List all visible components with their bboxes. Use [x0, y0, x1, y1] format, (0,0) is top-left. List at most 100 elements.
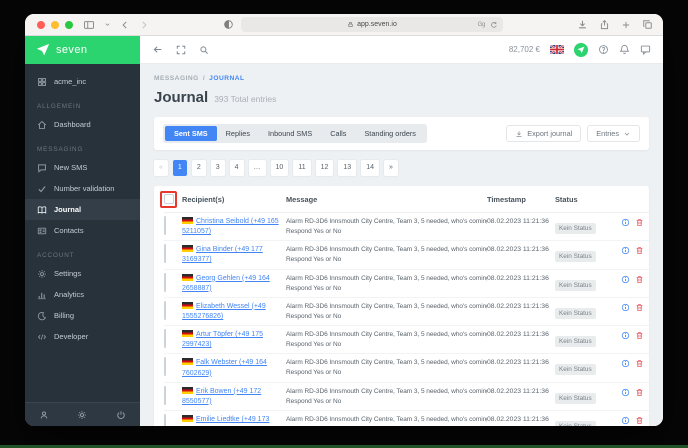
message-cell: Alarm RD-3D6 Innsmouth City Centre, Team…: [286, 302, 487, 322]
power-icon[interactable]: [116, 410, 126, 420]
status-badge: Kein Status: [555, 251, 596, 263]
tab-calls[interactable]: Calls: [321, 126, 355, 141]
messages-icon[interactable]: [640, 44, 651, 55]
sidebar-item-workspace[interactable]: acme_inc: [25, 71, 140, 92]
reload-icon[interactable]: [490, 21, 498, 29]
export-journal-label: Export journal: [527, 129, 573, 138]
browser-window: app.seven.io Gg seven 82,702 € acme_inc …: [25, 14, 663, 426]
breadcrumb-current[interactable]: JOURNAL: [209, 75, 244, 82]
row-checkbox[interactable]: [164, 216, 166, 235]
info-icon[interactable]: [621, 359, 630, 368]
sidebar-item-settings[interactable]: Settings: [25, 263, 140, 284]
sidebar-item-new-sms[interactable]: New SMS: [25, 157, 140, 178]
trash-icon[interactable]: [635, 218, 644, 227]
tab-replies[interactable]: Replies: [217, 126, 259, 141]
pagination-page-…[interactable]: …: [248, 160, 266, 176]
app-toolbar: 82,702 €: [140, 36, 663, 64]
trash-icon[interactable]: [635, 331, 644, 340]
browser-forward-icon[interactable]: [139, 20, 149, 30]
close-button[interactable]: [37, 20, 45, 29]
new-tab-icon[interactable]: [621, 20, 631, 30]
pagination-next[interactable]: »: [384, 160, 398, 176]
pagination-page-4[interactable]: 4: [229, 160, 244, 176]
search-icon[interactable]: [199, 45, 209, 55]
recipient-link[interactable]: Artur Töpfer (+49 175 2997423): [182, 331, 263, 348]
trash-icon[interactable]: [635, 388, 644, 397]
pagination-page-13[interactable]: 13: [338, 160, 357, 176]
pagination-prev[interactable]: «: [154, 160, 168, 176]
bell-icon[interactable]: [619, 44, 630, 55]
sidebar-item-dashboard[interactable]: Dashboard: [25, 114, 140, 135]
downloads-icon[interactable]: [577, 19, 588, 30]
info-icon[interactable]: [621, 275, 630, 284]
account-balance[interactable]: 82,702 €: [509, 45, 540, 54]
tab-standing-orders[interactable]: Standing orders: [355, 126, 425, 141]
back-arrow-icon[interactable]: [152, 44, 163, 55]
row-checkbox[interactable]: [164, 385, 166, 405]
pagination-page-11[interactable]: 11: [293, 160, 311, 176]
expand-icon[interactable]: [176, 45, 186, 55]
info-icon[interactable]: [621, 388, 630, 397]
trash-icon[interactable]: [635, 303, 644, 312]
select-all-checkbox[interactable]: [163, 194, 174, 204]
tab-sent-sms[interactable]: Sent SMS: [165, 126, 217, 141]
germany-flag-icon: [182, 414, 193, 422]
pagination-page-12[interactable]: 12: [315, 160, 334, 176]
pagination-page-14[interactable]: 14: [361, 160, 379, 176]
message-cell: Alarm RD-3D6 Innsmouth City Centre, Team…: [286, 387, 487, 407]
info-icon[interactable]: [621, 416, 630, 425]
pagination-page-3[interactable]: 3: [210, 160, 225, 176]
info-icon[interactable]: [621, 331, 630, 340]
pagination-page-2[interactable]: 2: [191, 160, 206, 176]
sidebar-item-developer[interactable]: Developer: [25, 326, 140, 347]
recipient-link[interactable]: Christina Seibold (+49 165 5211057): [182, 218, 279, 235]
entries-dropdown[interactable]: Entries: [587, 125, 640, 142]
chevron-down-icon[interactable]: [104, 21, 111, 28]
row-checkbox[interactable]: [164, 244, 166, 264]
trash-icon[interactable]: [635, 246, 644, 255]
translate-icon[interactable]: Gg: [478, 22, 486, 28]
privacy-shield-icon[interactable]: [223, 19, 234, 30]
table-row: Elizabeth Wessel (+49 1555276826) Alarm …: [164, 298, 649, 327]
sidebar-item-billing[interactable]: Billing: [25, 305, 140, 326]
recipient-link[interactable]: Elizabeth Wessel (+49 1555276826): [182, 303, 266, 320]
address-bar[interactable]: app.seven.io Gg: [241, 17, 503, 32]
recipient-link[interactable]: Falk Webster (+49 164 7602629): [182, 359, 267, 376]
sidebar-item-number-validation[interactable]: Number validation: [25, 178, 140, 199]
recipient-link[interactable]: Georg Gehlen (+49 164 2658887): [182, 275, 270, 292]
info-icon[interactable]: [621, 246, 630, 255]
sidebar-item-journal[interactable]: Journal: [25, 199, 140, 220]
pagination-page-10[interactable]: 10: [270, 160, 289, 176]
trash-icon[interactable]: [635, 359, 644, 368]
trash-icon[interactable]: [635, 416, 644, 425]
tab-inbound-sms[interactable]: Inbound SMS: [259, 126, 321, 141]
export-journal-button[interactable]: Export journal: [506, 125, 582, 142]
info-icon[interactable]: [621, 218, 630, 227]
trash-icon[interactable]: [635, 275, 644, 284]
info-icon[interactable]: [621, 303, 630, 312]
recipient-link[interactable]: Emilie Liedtke (+49 173 5002756): [182, 416, 269, 426]
help-icon[interactable]: [598, 44, 609, 55]
uk-flag-icon[interactable]: [550, 45, 564, 54]
row-checkbox[interactable]: [164, 357, 166, 377]
sidebar-item-analytics[interactable]: Analytics: [25, 284, 140, 305]
avatar[interactable]: [574, 42, 588, 57]
recipient-link[interactable]: Erik Bowen (+49 172 8550577): [182, 388, 261, 405]
sidebar-toggle-icon[interactable]: [83, 19, 95, 31]
share-icon[interactable]: [599, 19, 610, 30]
row-checkbox[interactable]: [164, 413, 166, 426]
message-cell: Alarm RD-3D6 Innsmouth City Centre, Team…: [286, 217, 487, 237]
sidebar-item-contacts[interactable]: Contacts: [25, 220, 140, 241]
recipient-link[interactable]: Gina Binder (+49 177 3169377): [182, 246, 263, 263]
zoom-button[interactable]: [65, 20, 73, 29]
user-icon[interactable]: [39, 410, 49, 420]
row-checkbox[interactable]: [164, 272, 166, 292]
minimize-button[interactable]: [51, 20, 59, 29]
pagination-page-1[interactable]: 1: [172, 160, 187, 176]
row-checkbox[interactable]: [164, 329, 166, 349]
gear-icon[interactable]: [77, 410, 87, 420]
breadcrumb-section[interactable]: MESSAGING: [154, 75, 199, 82]
row-checkbox[interactable]: [164, 300, 166, 320]
browser-back-icon[interactable]: [120, 20, 130, 30]
tab-overview-icon[interactable]: [642, 19, 653, 30]
